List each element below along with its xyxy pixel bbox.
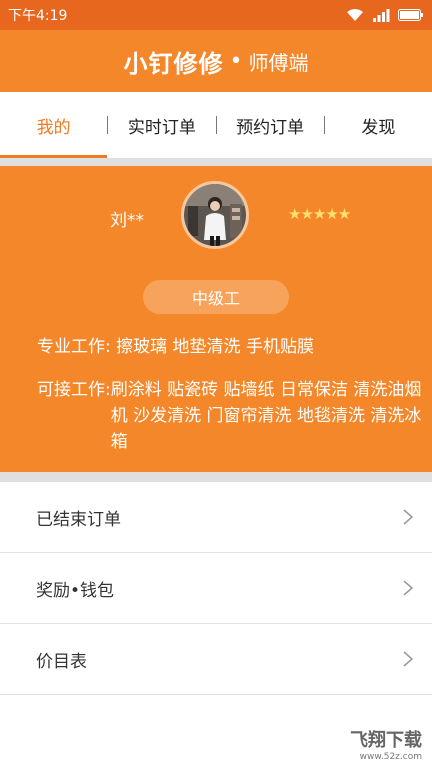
level-badge: 中级工 bbox=[143, 280, 289, 314]
watermark-text: 飞翔下载 bbox=[350, 730, 422, 751]
profile-card: 刘** ★★★★★ 中级工 专业工作: 擦玻璃 地垫清洗 手机贴膜 可接工作: … bbox=[0, 166, 432, 472]
menu-item-label: 奖励•钱包 bbox=[36, 580, 115, 601]
watermark: 飞翔下载 www.52z.com bbox=[350, 726, 422, 762]
professional-skills: 专业工作: 擦玻璃 地垫清洗 手机贴膜 bbox=[37, 334, 314, 360]
menu-item-rewards-wallet[interactable]: 奖励•钱包 bbox=[0, 553, 432, 624]
tab-bar: 我的 实时订单 预约订单 发现 bbox=[0, 92, 432, 158]
wifi-icon bbox=[347, 9, 363, 21]
tab-discover[interactable]: 发现 bbox=[325, 92, 432, 158]
avatar[interactable] bbox=[181, 181, 249, 249]
menu-item-finished-orders[interactable]: 已结束订单 bbox=[0, 482, 432, 553]
available-values: 刷涂料 贴瓷砖 贴墙纸 日常保洁 清洗油烟机 沙发清洗 门窗帘清洗 地毯清洗 清… bbox=[110, 380, 422, 452]
status-icons bbox=[346, 8, 424, 22]
worker-name: 刘** bbox=[110, 211, 144, 231]
brand-subtitle: 师傅端 bbox=[248, 50, 309, 75]
tab-mine[interactable]: 我的 bbox=[0, 92, 108, 158]
available-skills: 可接工作: 刷涂料 贴瓷砖 贴墙纸 日常保洁 清洗油烟机 沙发清洗 门窗帘清洗 … bbox=[37, 377, 429, 455]
menu-item-price-list[interactable]: 价目表 bbox=[0, 624, 432, 695]
rating-stars: ★★★★★ bbox=[288, 205, 351, 223]
professional-label: 专业工作: bbox=[37, 337, 111, 357]
menu-item-label: 已结束订单 bbox=[36, 509, 121, 530]
app-header: 小钉修修 • 师傅端 bbox=[0, 30, 432, 92]
status-bar: 下午4:19 bbox=[0, 0, 432, 30]
chevron-right-icon bbox=[402, 579, 420, 597]
tab-reserved-orders[interactable]: 预约订单 bbox=[217, 92, 324, 158]
watermark-url: www.52z.com bbox=[359, 752, 422, 762]
menu-item-label: 价目表 bbox=[36, 651, 87, 672]
tab-realtime-orders[interactable]: 实时订单 bbox=[108, 92, 215, 158]
section-divider bbox=[0, 472, 432, 482]
brand-logo: 小钉修修 bbox=[123, 49, 224, 78]
section-divider bbox=[0, 158, 432, 166]
chevron-right-icon bbox=[402, 508, 420, 526]
brand-separator: • bbox=[229, 48, 243, 74]
menu-list: 已结束订单 奖励•钱包 价目表 bbox=[0, 482, 432, 695]
avatar-photo-icon bbox=[184, 184, 246, 246]
chevron-right-icon bbox=[402, 650, 420, 668]
signal-icon bbox=[373, 9, 390, 22]
professional-values: 擦玻璃 地垫清洗 手机贴膜 bbox=[116, 337, 314, 357]
available-label: 可接工作: bbox=[37, 380, 111, 400]
status-time: 下午4:19 bbox=[8, 8, 68, 24]
battery-icon bbox=[398, 9, 423, 21]
